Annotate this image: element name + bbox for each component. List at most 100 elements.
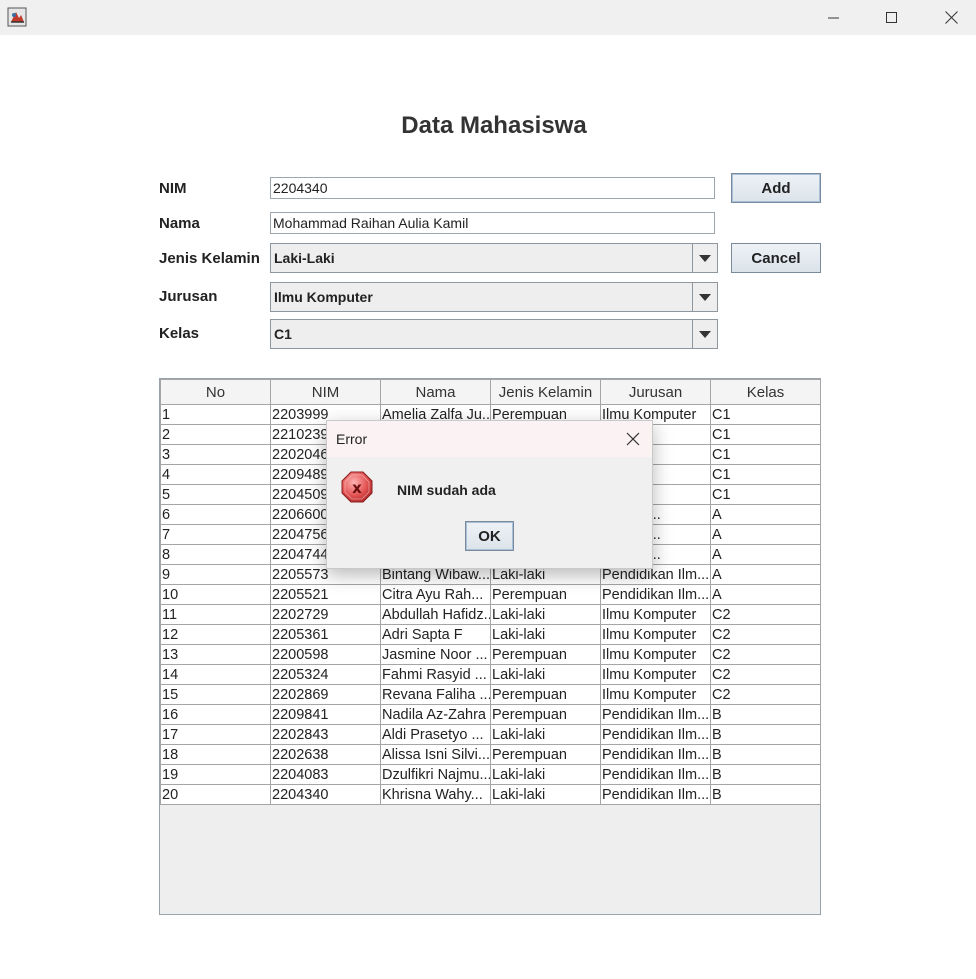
cell-nim[interactable]: 2202869	[270, 684, 381, 705]
cell-jenis-kelamin[interactable]: Laki-laki	[490, 664, 601, 685]
cell-kelas[interactable]: B	[710, 784, 821, 805]
column-header-no[interactable]: No	[160, 379, 271, 405]
kelas-combo[interactable]: C1	[270, 319, 718, 349]
column-header-nama[interactable]: Nama	[380, 379, 491, 405]
cell-jurusan[interactable]: Pendidikan Ilm...	[600, 724, 711, 745]
table-row[interactable]: 17 2202843 Aldi Prasetyo ... Laki-laki Pendi…	[160, 724, 821, 745]
cell-no[interactable]: 10	[160, 584, 271, 605]
cell-kelas[interactable]: B	[710, 744, 821, 765]
cell-jenis-kelamin[interactable]: Perempuan	[490, 704, 601, 725]
cell-jurusan[interactable]: Ilmu Komputer	[600, 684, 711, 705]
jurusan-dropdown-button[interactable]	[692, 283, 717, 311]
cell-no[interactable]: 12	[160, 624, 271, 645]
cell-jurusan[interactable]: Pendidikan Ilm...	[600, 584, 711, 605]
cell-no[interactable]: 13	[160, 644, 271, 665]
close-window-button[interactable]	[928, 0, 974, 35]
cell-kelas[interactable]: C1	[710, 404, 821, 425]
cell-kelas[interactable]: A	[710, 504, 821, 525]
cell-nama[interactable]: Khrisna Wahy...	[380, 784, 491, 805]
column-header-nim[interactable]: NIM	[270, 379, 381, 405]
cell-kelas[interactable]: B	[710, 704, 821, 725]
jurusan-combo[interactable]: Ilmu Komputer	[270, 282, 718, 312]
nim-field[interactable]: 2204340	[270, 177, 715, 199]
cell-jenis-kelamin[interactable]: Laki-laki	[490, 624, 601, 645]
cell-no[interactable]: 20	[160, 784, 271, 805]
cell-jurusan[interactable]: Pendidikan Ilm...	[600, 784, 711, 805]
cell-nim[interactable]: 2205361	[270, 624, 381, 645]
cell-kelas[interactable]: B	[710, 764, 821, 785]
cell-nim[interactable]: 2209841	[270, 704, 381, 725]
cell-no[interactable]: 9	[160, 564, 271, 585]
maximize-button[interactable]	[869, 0, 915, 35]
cell-nama[interactable]: Aldi Prasetyo ...	[380, 724, 491, 745]
cell-kelas[interactable]: C2	[710, 664, 821, 685]
cell-nim[interactable]: 2205324	[270, 664, 381, 685]
cell-nama[interactable]: Alissa Isni Silvi...	[380, 744, 491, 765]
cell-kelas[interactable]: C2	[710, 644, 821, 665]
cell-jurusan[interactable]: Ilmu Komputer	[600, 664, 711, 685]
cell-nama[interactable]: Abdullah Hafidz...	[380, 604, 491, 625]
cell-no[interactable]: 6	[160, 504, 271, 525]
cell-nama[interactable]: Jasmine Noor ...	[380, 644, 491, 665]
column-header-jurusan[interactable]: Jurusan	[600, 379, 711, 405]
table-row[interactable]: 11 2202729 Abdullah Hafidz... Laki-laki Ilmu…	[160, 604, 821, 625]
cell-nama[interactable]: Dzulfikri Najmu...	[380, 764, 491, 785]
cell-jurusan[interactable]: Ilmu Komputer	[600, 644, 711, 665]
jenis-kelamin-combo[interactable]: Laki-Laki	[270, 243, 718, 273]
cell-kelas[interactable]: A	[710, 584, 821, 605]
cell-nim[interactable]: 2202843	[270, 724, 381, 745]
cell-no[interactable]: 2	[160, 424, 271, 445]
cell-jurusan[interactable]: Ilmu Komputer	[600, 624, 711, 645]
cell-jurusan[interactable]: Pendidikan Ilm...	[600, 764, 711, 785]
add-button[interactable]: Add	[731, 173, 821, 203]
cancel-button[interactable]: Cancel	[731, 243, 821, 273]
cell-kelas[interactable]: B	[710, 724, 821, 745]
cell-no[interactable]: 14	[160, 664, 271, 685]
cell-no[interactable]: 4	[160, 464, 271, 485]
dialog-close-button[interactable]	[624, 430, 642, 448]
table-row[interactable]: 12 2205361 Adri Sapta F Laki-laki Ilmu Kompu…	[160, 624, 821, 645]
table-row[interactable]: 20 2204340 Khrisna Wahy... Laki-laki Pendidi…	[160, 784, 821, 805]
cell-no[interactable]: 3	[160, 444, 271, 465]
cell-no[interactable]: 11	[160, 604, 271, 625]
cell-kelas[interactable]: C1	[710, 484, 821, 505]
cell-no[interactable]: 8	[160, 544, 271, 565]
cell-nim[interactable]: 2202729	[270, 604, 381, 625]
table-row[interactable]: 18 2202638 Alissa Isni Silvi... Perempuan Pe…	[160, 744, 821, 765]
cell-nama[interactable]: Revana Faliha ...	[380, 684, 491, 705]
column-header-kelas[interactable]: Kelas	[710, 379, 821, 405]
table-row[interactable]: 15 2202869 Revana Faliha ... Perempuan Ilmu …	[160, 684, 821, 705]
cell-kelas[interactable]: C1	[710, 444, 821, 465]
cell-jenis-kelamin[interactable]: Perempuan	[490, 684, 601, 705]
cell-no[interactable]: 1	[160, 404, 271, 425]
cell-kelas[interactable]: A	[710, 524, 821, 545]
cell-kelas[interactable]: C1	[710, 424, 821, 445]
cell-jenis-kelamin[interactable]: Perempuan	[490, 644, 601, 665]
cell-nim[interactable]: 2204083	[270, 764, 381, 785]
cell-jenis-kelamin[interactable]: Laki-laki	[490, 764, 601, 785]
table-row[interactable]: 13 2200598 Jasmine Noor ... Perempuan Ilmu K…	[160, 644, 821, 665]
minimize-button[interactable]	[811, 0, 857, 35]
cell-nim[interactable]: 2205521	[270, 584, 381, 605]
cell-kelas[interactable]: C2	[710, 624, 821, 645]
cell-kelas[interactable]: C2	[710, 604, 821, 625]
cell-nama[interactable]: Citra Ayu Rah...	[380, 584, 491, 605]
cell-nama[interactable]: Fahmi Rasyid ...	[380, 664, 491, 685]
cell-kelas[interactable]: C1	[710, 464, 821, 485]
cell-nama[interactable]: Adri Sapta F	[380, 624, 491, 645]
cell-no[interactable]: 19	[160, 764, 271, 785]
nama-field[interactable]: Mohammad Raihan Aulia Kamil	[270, 212, 715, 234]
cell-jenis-kelamin[interactable]: Perempuan	[490, 744, 601, 765]
cell-jurusan[interactable]: Pendidikan Ilm...	[600, 704, 711, 725]
cell-no[interactable]: 7	[160, 524, 271, 545]
cell-jenis-kelamin[interactable]: Laki-laki	[490, 604, 601, 625]
cell-nim[interactable]: 2202638	[270, 744, 381, 765]
cell-jurusan[interactable]: Ilmu Komputer	[600, 604, 711, 625]
cell-no[interactable]: 5	[160, 484, 271, 505]
cell-no[interactable]: 17	[160, 724, 271, 745]
cell-nama[interactable]: Nadila Az-Zahra	[380, 704, 491, 725]
cell-jenis-kelamin[interactable]: Laki-laki	[490, 784, 601, 805]
cell-kelas[interactable]: A	[710, 544, 821, 565]
jenis-kelamin-dropdown-button[interactable]	[692, 244, 717, 272]
ok-button[interactable]: OK	[465, 521, 514, 551]
